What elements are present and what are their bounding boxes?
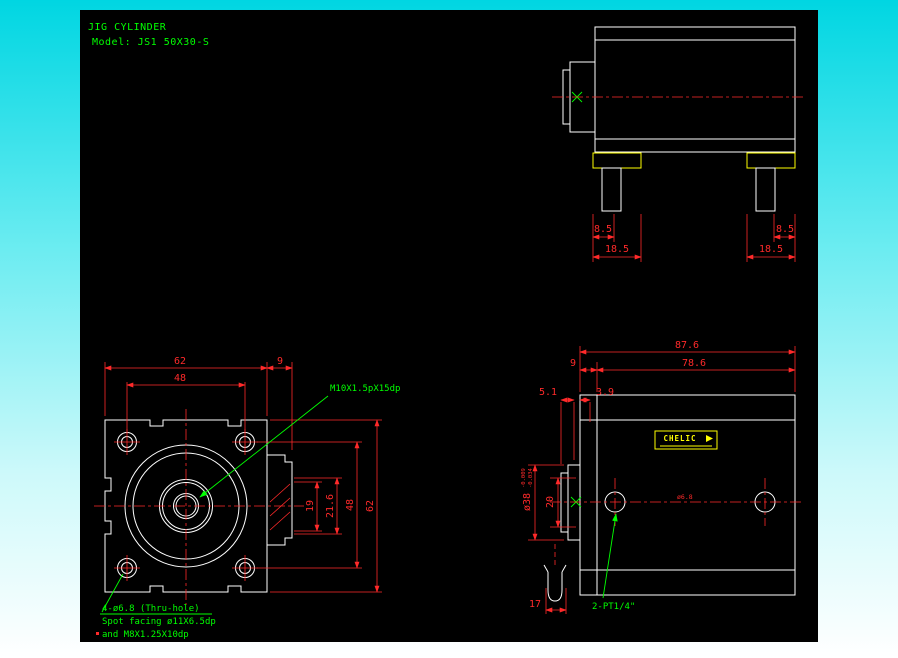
dim-9-flange: 9 <box>570 358 576 369</box>
side-view-geometry <box>552 27 804 211</box>
cad-drawing: JIG CYLINDER Model: JS1 50X30-S <box>80 10 818 642</box>
side-view: 8.5 18.5 8.5 18.5 <box>552 27 804 262</box>
dim-62-right: 62 <box>365 500 376 512</box>
drawing-model: Model: JS1 50X30-S <box>92 37 209 48</box>
desktop-background: { "title": { "line1": "JIG CYLINDER", "l… <box>0 0 898 658</box>
chelic-logo-text: CHELIC <box>663 434 696 443</box>
thread-callout: M10X1.5pX15dp <box>330 384 400 394</box>
dim-8-5-right: 8.5 <box>776 224 794 235</box>
drawing-title: JIG CYLINDER <box>88 22 167 33</box>
hole-diameter-label: ø6.8 <box>677 493 693 501</box>
side-view-dimensions: 8.5 18.5 8.5 18.5 <box>593 214 795 262</box>
front-view-geometry <box>94 409 304 605</box>
dim-21-6-right: 21.6 <box>325 494 336 518</box>
dim-tol-upper: -0.009 <box>521 468 527 488</box>
dim-18-5-right: 18.5 <box>759 244 783 255</box>
dim-tol-lower: -0.034 <box>528 467 534 488</box>
port-callout: 2-PT1/4" <box>592 602 635 612</box>
dim-78-6: 78.6 <box>682 358 706 369</box>
plan-view-geometry: CHELIC ø6.8 <box>544 395 804 601</box>
plan-view: CHELIC ø6.8 87.6 78.6 9 <box>521 340 804 614</box>
dim-62-top: 62 <box>174 356 186 367</box>
mounting-foot-left <box>593 153 641 168</box>
dim-5-1: 5.1 <box>539 387 557 398</box>
title-block: JIG CYLINDER Model: JS1 50X30-S <box>88 22 209 48</box>
dim-3-9: 3.9 <box>596 387 614 398</box>
note-line-1: 4-ø6.8 (Thru-hole) <box>102 604 200 614</box>
note-line-3: and M8X1.25X10dp <box>102 630 189 640</box>
dim-48-right: 48 <box>345 499 356 511</box>
wrench-flats-symbol <box>544 544 566 601</box>
dim-8-5-left: 8.5 <box>594 224 612 235</box>
dim-17: 17 <box>529 599 541 610</box>
dim-20: 20 <box>545 496 556 508</box>
note-bullet <box>96 632 99 635</box>
dim-18-5-left: 18.5 <box>605 244 629 255</box>
dim-dia-38: ø38 <box>522 493 533 511</box>
thread-hatch <box>270 484 290 530</box>
dim-19-right: 19 <box>305 500 316 512</box>
mounting-foot-right <box>747 153 795 168</box>
brand-label: CHELIC <box>655 431 717 449</box>
front-view: 62 48 9 19 21.6 48 62 M10X1.5pX15dp <box>94 356 400 640</box>
dim-9-top: 9 <box>277 356 283 367</box>
note-line-2: Spot facing ø11X6.5dp <box>102 617 216 627</box>
dim-87-6: 87.6 <box>675 340 699 351</box>
logo-arrow-icon <box>706 435 713 442</box>
cad-viewport[interactable]: JIG CYLINDER Model: JS1 50X30-S <box>80 10 818 642</box>
plan-view-callouts: 2-PT1/4" <box>592 514 635 612</box>
dim-48-top: 48 <box>174 373 186 384</box>
